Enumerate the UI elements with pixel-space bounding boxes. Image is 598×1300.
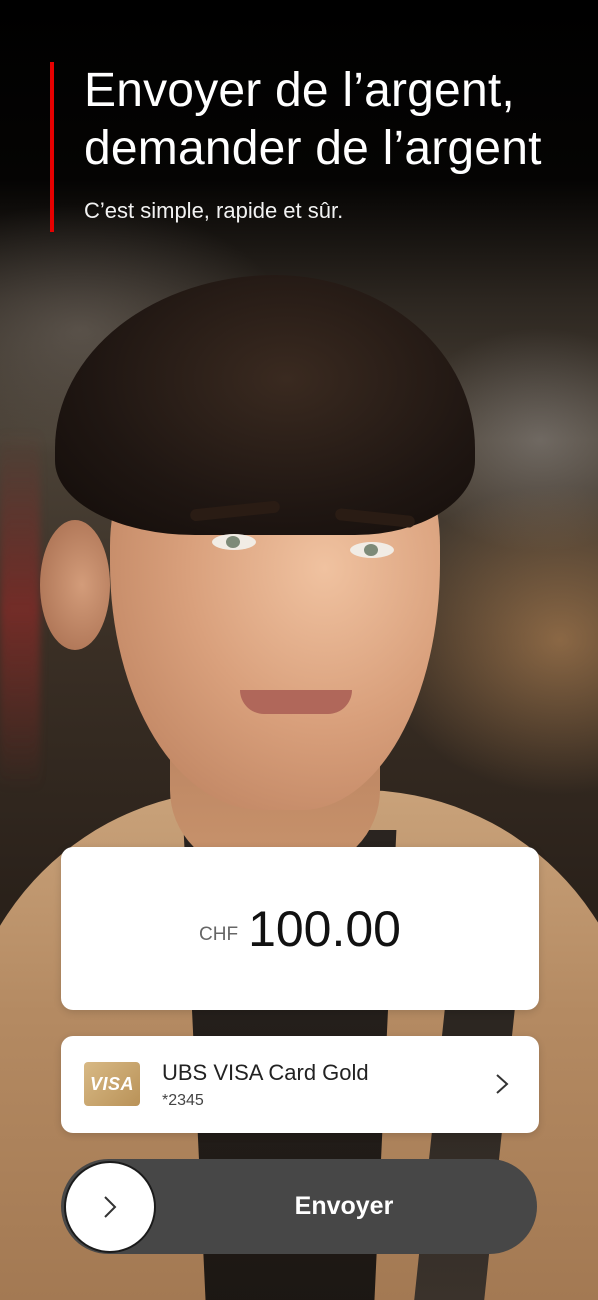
- photo-eye: [212, 534, 256, 550]
- photo-ear: [40, 520, 110, 650]
- payment-card-selector[interactable]: VISA UBS VISA Card Gold *2345: [61, 1036, 539, 1133]
- photo-eye: [350, 542, 394, 558]
- page-subtitle: C’est simple, rapide et sûr.: [84, 198, 344, 223]
- chevron-right-icon: [496, 1074, 509, 1094]
- photo-hair: [55, 275, 475, 535]
- photo-mouth: [240, 690, 352, 714]
- card-number: *2345: [162, 1092, 204, 1109]
- currency-label: CHF: [199, 923, 239, 945]
- card-name: UBS VISA Card Gold: [162, 1060, 369, 1085]
- visa-card-logo: VISA: [84, 1062, 140, 1106]
- page-title: Envoyer de l’argent, demander de l’argen…: [84, 62, 542, 178]
- onboarding-header: Envoyer de l’argent, demander de l’argen…: [50, 62, 542, 232]
- send-label: Envoyer: [294, 1192, 394, 1220]
- amount-card[interactable]: CHF 100.00: [61, 847, 539, 1010]
- background-light: [0, 430, 40, 790]
- swipe-to-send[interactable]: Envoyer: [61, 1159, 537, 1254]
- chevron-right-icon: [104, 1196, 117, 1218]
- title-line-1: Envoyer de l’argent,: [84, 64, 515, 117]
- title-line-2: demander de l’argent: [84, 122, 542, 175]
- swipe-handle[interactable]: [64, 1161, 156, 1253]
- amount-value: 100.00: [248, 900, 401, 957]
